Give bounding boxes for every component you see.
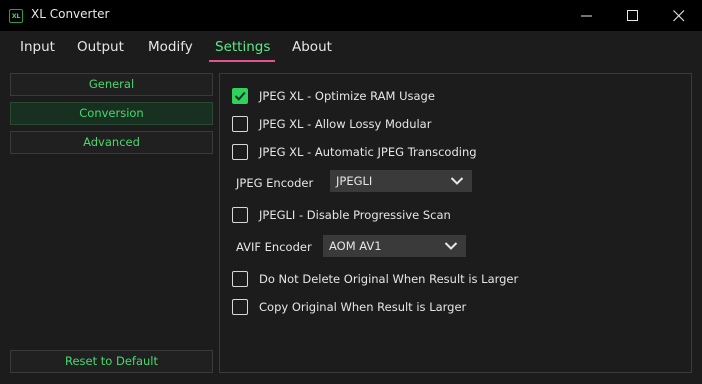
avif-encoder-value: AOM AV1 — [329, 239, 382, 253]
window-title: XL Converter — [31, 7, 110, 21]
tab-modify[interactable]: Modify — [148, 39, 193, 55]
avif-encoder-label: AVIF Encoder — [236, 240, 312, 254]
jxl-lossy-modular-checkbox[interactable] — [232, 116, 248, 132]
setting-jxl-jpeg-transcoding: JPEG XL - Automatic JPEG Transcoding — [232, 143, 477, 161]
jxl-optimize-ram-checkbox[interactable] — [232, 88, 248, 104]
close-icon — [673, 10, 685, 22]
jxl-jpeg-transcoding-checkbox[interactable] — [232, 144, 248, 160]
close-button[interactable] — [656, 0, 702, 31]
jpegli-progressive-checkbox[interactable] — [232, 207, 248, 223]
chevron-down-icon — [450, 177, 464, 185]
jxl-optimize-ram-label: JPEG XL - Optimize RAM Usage — [259, 89, 435, 103]
keep-original-larger-label: Do Not Delete Original When Result is La… — [259, 272, 519, 286]
sidebar-item-general[interactable]: General — [10, 73, 213, 96]
conversion-settings-panel: JPEG XL - Optimize RAM Usage JPEG XL - A… — [219, 73, 692, 373]
jxl-jpeg-transcoding-label: JPEG XL - Automatic JPEG Transcoding — [259, 145, 477, 159]
minimize-button[interactable] — [564, 0, 610, 31]
reset-to-default-button[interactable]: Reset to Default — [10, 350, 213, 373]
tab-about[interactable]: About — [292, 39, 332, 55]
jpeg-encoder-label: JPEG Encoder — [236, 176, 314, 190]
jxl-lossy-modular-label: JPEG XL - Allow Lossy Modular — [259, 117, 432, 131]
maximize-icon — [627, 10, 638, 21]
maximize-button[interactable] — [610, 0, 656, 31]
tab-settings[interactable]: Settings — [215, 39, 270, 55]
setting-copy-original-larger: Copy Original When Result is Larger — [232, 298, 466, 316]
setting-jxl-lossy-modular: JPEG XL - Allow Lossy Modular — [232, 115, 431, 133]
main-tab-bar: Input Output Modify Settings About — [0, 31, 702, 65]
jpegli-progressive-label: JPEGLI - Disable Progressive Scan — [259, 208, 451, 222]
tab-input[interactable]: Input — [20, 39, 55, 55]
jpeg-encoder-value: JPEGLI — [336, 174, 373, 188]
copy-original-larger-label: Copy Original When Result is Larger — [259, 300, 467, 314]
active-tab-indicator — [209, 60, 275, 62]
setting-jpegli-progressive: JPEGLI - Disable Progressive Scan — [232, 206, 451, 224]
tab-output[interactable]: Output — [77, 39, 124, 55]
jpeg-encoder-select[interactable]: JPEGLI — [330, 170, 472, 192]
app-logo-icon: XL — [9, 9, 23, 23]
sidebar-item-advanced[interactable]: Advanced — [10, 131, 213, 154]
setting-keep-original-larger: Do Not Delete Original When Result is La… — [232, 270, 518, 288]
setting-jxl-optimize-ram: JPEG XL - Optimize RAM Usage — [232, 87, 435, 105]
checkmark-icon — [234, 91, 246, 101]
keep-original-larger-checkbox[interactable] — [232, 271, 248, 287]
copy-original-larger-checkbox[interactable] — [232, 299, 248, 315]
sidebar-item-conversion[interactable]: Conversion — [10, 102, 213, 125]
avif-encoder-select[interactable]: AOM AV1 — [323, 235, 466, 257]
minimize-icon — [581, 15, 592, 17]
title-bar: XL XL Converter — [0, 0, 702, 31]
chevron-down-icon — [444, 242, 458, 250]
